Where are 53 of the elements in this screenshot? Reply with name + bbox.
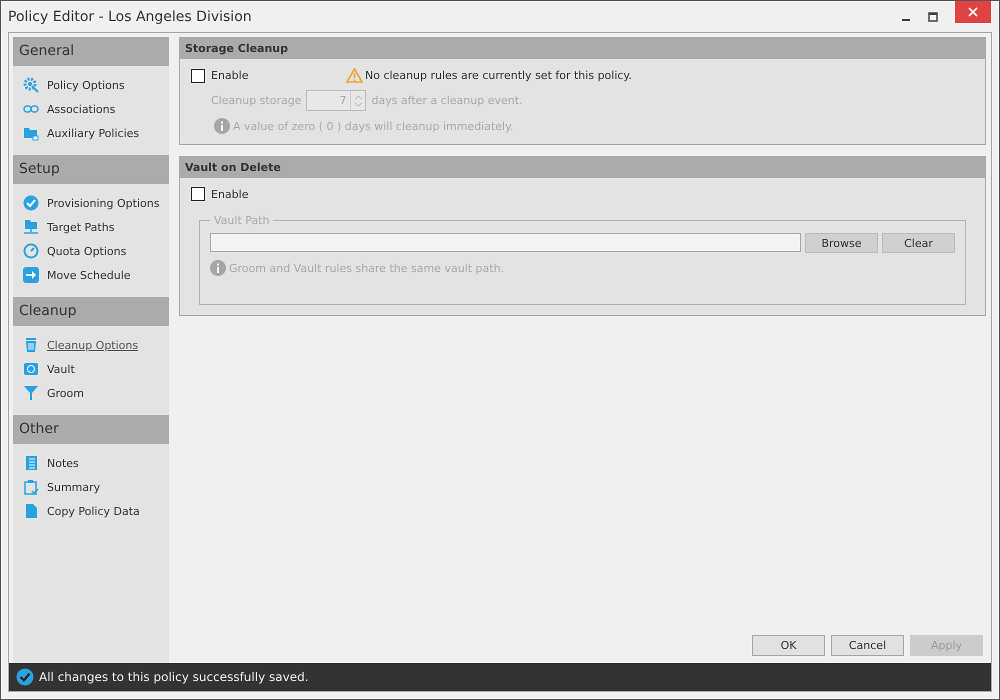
enable-checkbox[interactable] <box>191 68 205 82</box>
sidebar-item[interactable]: Target Paths <box>47 220 114 234</box>
close-icon <box>968 7 978 17</box>
enable-checkbox[interactable] <box>191 187 205 201</box>
group-header: Cleanup <box>13 297 169 326</box>
safe-icon <box>23 361 39 377</box>
gear-icon <box>23 77 39 93</box>
days-suffix-label: days after a cleanup event. <box>371 94 523 107</box>
cancel-button[interactable]: Cancel <box>831 635 904 656</box>
trash-icon <box>23 337 39 353</box>
clear-button[interactable]: Clear <box>882 233 955 253</box>
gauge-icon <box>23 243 39 259</box>
sidebar-item[interactable]: Auxiliary Policies <box>47 126 140 140</box>
status-message: All changes to this policy successfully saved. <box>39 670 309 684</box>
sidebar-item[interactable]: Vault <box>47 362 75 376</box>
group-header: Other <box>13 415 169 444</box>
sidebar-item[interactable]: Notes <box>47 456 79 470</box>
sidebar-item[interactable]: Groom <box>47 386 84 400</box>
check-circle-icon <box>23 195 39 211</box>
info-icon <box>210 260 226 276</box>
sidebar-item[interactable]: Cleanup Options <box>47 338 138 352</box>
section-header: Vault on Delete <box>180 157 985 178</box>
sidebar-item[interactable]: Summary <box>47 480 100 494</box>
group-header: General <box>13 37 169 66</box>
sidebar-item[interactable]: Associations <box>47 102 116 116</box>
sidebar-item[interactable]: Provisioning Options <box>47 196 160 210</box>
info-icon <box>214 118 230 134</box>
info-text: Groom and Vault rules share the same vault path. <box>229 262 504 274</box>
check-circle-icon <box>16 668 34 686</box>
info-text: A value of zero ( 0 ) days will cleanup immediately. <box>233 120 514 132</box>
clipboard-icon <box>23 479 39 495</box>
document-icon <box>23 503 39 519</box>
warning-icon <box>346 68 363 83</box>
browse-button[interactable]: Browse <box>805 233 878 253</box>
sidebar-item[interactable]: Move Schedule <box>47 268 131 282</box>
maximize-icon[interactable] <box>928 12 938 22</box>
group-header: Setup <box>13 155 169 184</box>
network-folder-icon <box>23 219 39 235</box>
ok-button[interactable]: OK <box>752 635 825 656</box>
window-title: Policy Editor - Los Angeles Division <box>8 8 252 24</box>
checkbox-label: Enable <box>211 69 248 82</box>
group-title: Vault Path <box>213 214 270 227</box>
sidebar-item[interactable]: Policy Options <box>47 78 125 92</box>
funnel-icon <box>23 385 39 401</box>
section-header: Storage Cleanup <box>180 38 985 59</box>
notes-icon <box>23 455 39 471</box>
sidebar-item[interactable]: Quota Options <box>47 244 126 258</box>
cleanup-storage-label: Cleanup storage <box>211 94 302 107</box>
checkbox-label: Enable <box>211 188 248 200</box>
warning-text: No cleanup rules are currently set for this policy. <box>365 69 632 82</box>
sidebar-item[interactable]: Copy Policy Data <box>47 504 140 518</box>
close-button[interactable] <box>955 1 991 23</box>
folder-icon <box>23 125 39 141</box>
